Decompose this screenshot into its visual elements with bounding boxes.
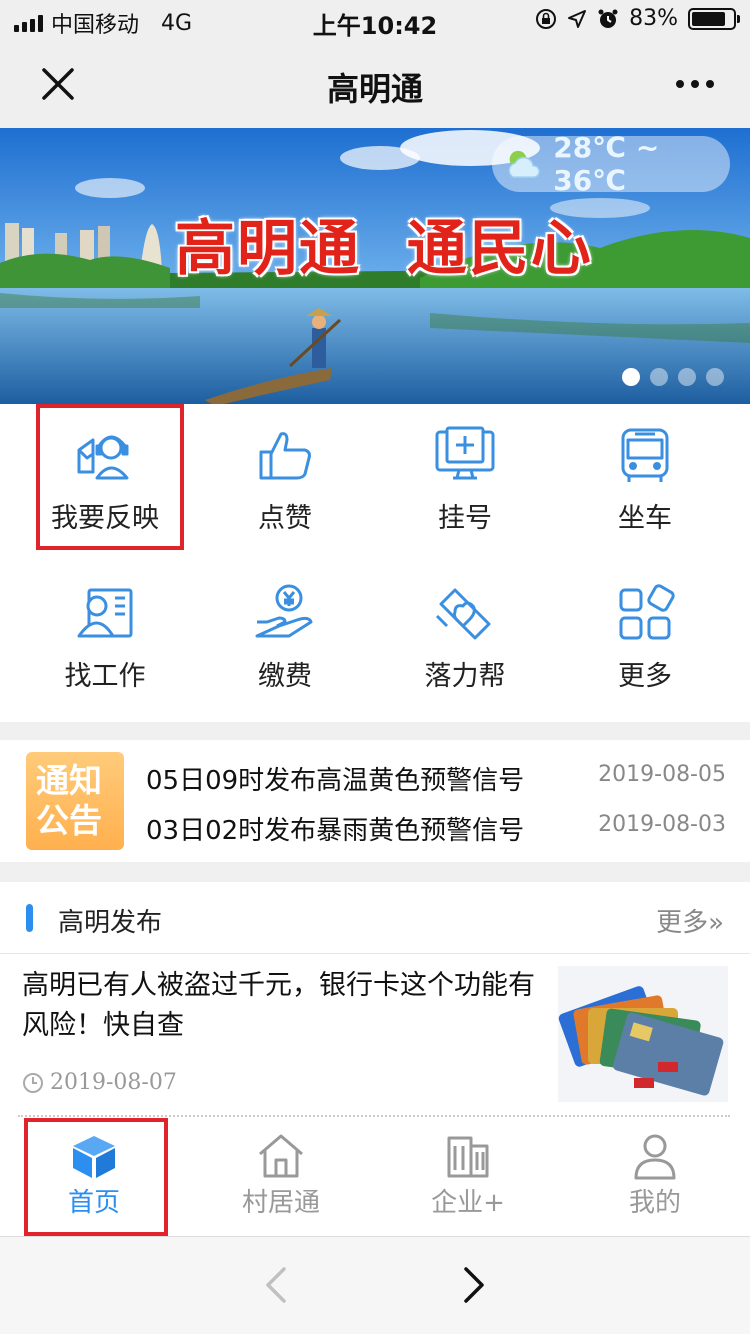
tab-label: 企业+ <box>431 1188 505 1218</box>
article-date: 2019-08-07 <box>50 1070 177 1095</box>
notice-title: 05日09时发布高温黄色预警信号 <box>146 766 525 796</box>
tab-bar: 首页 村居通 企业+ 我的 <box>0 1118 750 1236</box>
payment-yuan-icon <box>255 584 313 638</box>
tab-label: 我的 <box>628 1188 681 1218</box>
service-label: 缴费 <box>258 661 312 692</box>
news-section: 高明发布 更多» 高明已有人被盗过千元，银行卡这个功能有风险！快自查 2019-… <box>0 882 750 1118</box>
service-label: 点赞 <box>258 503 312 534</box>
notice-date: 2019-08-05 <box>598 762 726 787</box>
location-arrow-icon <box>568 9 587 28</box>
tab-enterprise[interactable]: 企业+ <box>378 1132 558 1219</box>
building-icon <box>447 1136 489 1178</box>
service-label: 找工作 <box>64 661 146 692</box>
notice-date: 2019-08-03 <box>598 812 726 837</box>
section-header: 高明发布 更多» <box>0 882 750 954</box>
service-label: 更多 <box>618 661 672 692</box>
badge-line2: 公告 <box>36 801 102 840</box>
house-icon <box>259 1134 303 1178</box>
service-grid: 我要反映 点赞 挂号 坐车 找工作 缴费 落力帮 更多 <box>0 404 750 722</box>
forward-arrow-icon[interactable] <box>456 1265 492 1305</box>
battery-fill <box>692 11 726 26</box>
tab-village[interactable]: 村居通 <box>191 1132 371 1219</box>
notice-title: 03日02时发布暴雨黄色预警信号 <box>146 816 525 846</box>
section-title: 高明发布 <box>58 908 163 938</box>
service-more[interactable]: 更多 <box>555 582 735 732</box>
carousel-dot[interactable] <box>622 368 640 386</box>
job-profile-icon <box>77 588 133 638</box>
thumbs-up-icon <box>259 432 311 480</box>
heart-help-icon <box>435 588 491 640</box>
orientation-lock-icon <box>536 8 557 29</box>
carousel-dot[interactable] <box>706 368 724 386</box>
article-thumbnail <box>558 966 728 1102</box>
page-title: 高明通 <box>326 70 423 108</box>
tab-profile[interactable]: 我的 <box>565 1132 745 1219</box>
status-bar: 中国移动 4G 上午10:42 83% <box>0 0 750 40</box>
browser-toolbar <box>0 1236 750 1334</box>
carousel-indicator[interactable] <box>622 368 724 386</box>
service-label: 落力帮 <box>424 661 506 692</box>
highlight-home-tab <box>24 1118 168 1236</box>
notice-board: 通知 公告 05日09时发布高温黄色预警信号 2019-08-05 03日02时… <box>0 740 750 862</box>
carousel-dot[interactable] <box>678 368 696 386</box>
section-more-link[interactable]: 更多» <box>656 902 724 939</box>
article-title: 高明已有人被盗过千元，银行卡这个功能有风险！快自查 <box>22 970 535 1041</box>
highlight-feedback <box>36 404 184 550</box>
badge-line1: 通知 <box>36 761 102 800</box>
banner-slogan: 高明通 通民心 <box>175 214 593 284</box>
carousel-dot[interactable] <box>650 368 668 386</box>
dotted-divider <box>18 1115 730 1117</box>
service-payment[interactable]: 缴费 <box>195 582 375 732</box>
battery-icon <box>688 7 740 30</box>
notice-item[interactable]: 03日02时发布暴雨黄色预警信号 2019-08-03 <box>146 810 726 850</box>
back-arrow-icon[interactable] <box>258 1265 294 1305</box>
clock-icon <box>23 1072 43 1093</box>
service-bus[interactable]: 坐车 <box>555 424 735 574</box>
bus-icon <box>621 428 669 482</box>
section-accent-bar <box>26 904 33 932</box>
notice-item[interactable]: 05日09时发布高温黄色预警信号 2019-08-05 <box>146 760 726 800</box>
tab-label: 村居通 <box>241 1188 320 1218</box>
bank-cards-image <box>558 966 728 1102</box>
partly-cloudy-icon <box>508 150 540 178</box>
status-right: 83% <box>535 6 740 31</box>
more-apps-icon <box>619 584 675 640</box>
notice-badge: 通知 公告 <box>26 752 124 850</box>
nav-bar: 高明通 <box>0 40 750 128</box>
more-options-icon[interactable] <box>670 64 720 104</box>
banner-carousel[interactable]: 28℃ ~ 36℃ 高明通 通民心 <box>0 128 750 404</box>
service-like[interactable]: 点赞 <box>195 424 375 574</box>
service-jobs[interactable]: 找工作 <box>15 582 195 732</box>
battery-percent: 83% <box>629 6 678 31</box>
service-label: 坐车 <box>618 503 672 534</box>
temperature-range: 28℃ ~ 36℃ <box>553 131 660 197</box>
service-register[interactable]: 挂号 <box>375 424 555 574</box>
weather-widget: 28℃ ~ 36℃ <box>492 131 730 197</box>
service-label: 挂号 <box>438 503 492 534</box>
service-help[interactable]: 落力帮 <box>375 582 555 732</box>
user-icon <box>634 1134 676 1180</box>
medical-register-icon <box>435 426 495 480</box>
article-date-row: 2019-08-07 <box>22 1070 177 1095</box>
alarm-icon <box>598 9 618 28</box>
